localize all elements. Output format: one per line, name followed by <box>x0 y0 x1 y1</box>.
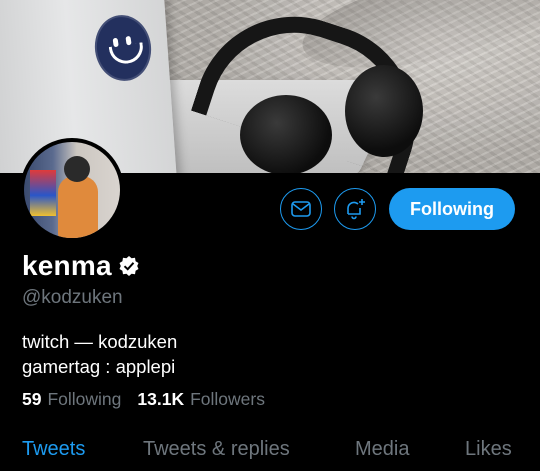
headphones-cup-left <box>240 95 332 173</box>
avatar-person <box>58 176 98 238</box>
tab-likes[interactable]: Likes <box>465 438 512 461</box>
profile-tabs: Tweets Tweets & replies Media Likes <box>0 434 540 471</box>
tab-tweets[interactable]: Tweets <box>22 438 85 461</box>
followers-stat[interactable]: 13.1K Followers <box>137 389 265 410</box>
sticker-mouth <box>108 42 146 66</box>
following-button[interactable]: Following <box>389 188 515 230</box>
bio-line: gamertag : applepi <box>22 356 176 377</box>
display-name: kenma <box>22 250 112 281</box>
avatar-photo <box>24 142 120 238</box>
bio-line: twitch — kodzuken <box>22 331 178 352</box>
following-stat[interactable]: 59 Following <box>22 389 121 410</box>
profile-name-row: kenma <box>22 250 140 282</box>
tab-media[interactable]: Media <box>355 438 409 461</box>
profile-bio: twitch — kodzuken gamertag : applepi <box>22 329 177 379</box>
verified-badge-icon <box>119 256 139 276</box>
avatar-head <box>64 156 90 182</box>
following-count: 59 <box>22 389 42 409</box>
message-button[interactable] <box>280 188 322 230</box>
followers-label: Followers <box>190 389 265 409</box>
tab-tweets-replies[interactable]: Tweets & replies <box>143 438 290 461</box>
envelope-icon <box>291 201 311 217</box>
follow-stats: 59 Following 13.1K Followers <box>22 389 281 410</box>
avatar[interactable] <box>20 138 124 242</box>
notifications-button[interactable] <box>334 188 376 230</box>
following-button-label: Following <box>410 198 494 219</box>
avatar-sign <box>30 170 56 216</box>
headphones-cup-right <box>345 65 423 157</box>
bell-plus-icon <box>347 199 365 220</box>
username-handle: @kodzuken <box>22 287 123 308</box>
following-label: Following <box>47 389 122 409</box>
followers-count: 13.1K <box>137 389 185 409</box>
